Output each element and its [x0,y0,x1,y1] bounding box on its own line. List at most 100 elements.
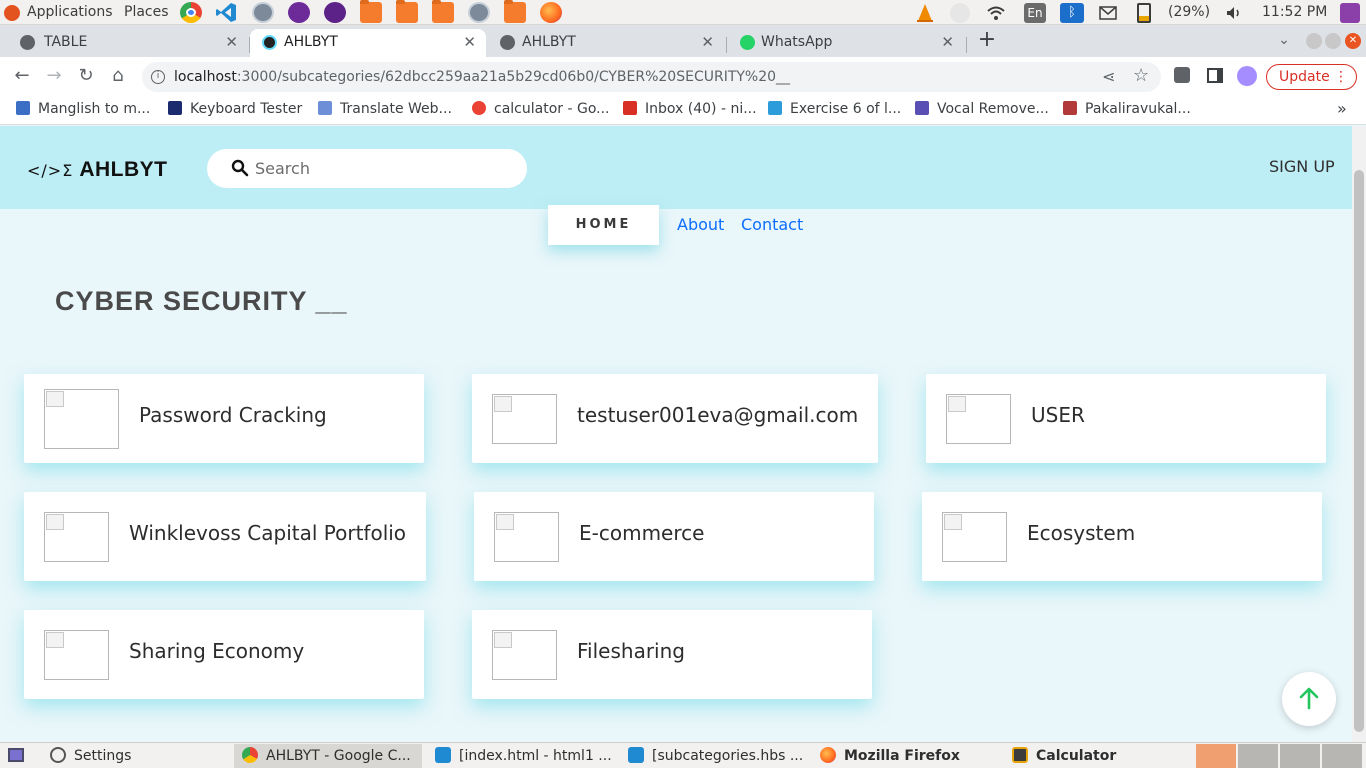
subcategory-card[interactable]: testuser001eva@gmail.com [472,374,878,463]
new-tab-button[interactable]: + [974,27,1000,53]
close-icon[interactable]: ✕ [941,29,954,55]
workspace-switcher-2[interactable] [1238,744,1278,768]
subcategory-card[interactable]: E-commerce [474,492,874,581]
mail-icon[interactable] [1098,3,1118,23]
tab-ahlbyt[interactable]: AHLBYT ✕ [488,29,724,57]
firefox-launcher-icon[interactable] [540,2,562,23]
address-bar[interactable]: i localhost:3000/subcategories/62dbcc259… [142,62,1161,92]
site-logo[interactable]: </>Σ AHLBYT [27,157,167,182]
chrome-launcher-icon[interactable] [180,2,202,23]
tab-title: TABLE [44,34,88,50]
back-arrow-icon[interactable]: ← [9,63,35,89]
ubuntu-logo-icon[interactable] [4,5,20,21]
scroll-to-top-button[interactable] [1282,672,1336,726]
session-menu-icon[interactable] [1340,3,1360,23]
bookmark-item[interactable]: Inbox (40) - ni... [623,95,757,125]
exercise-favicon-icon [768,101,782,115]
sign-up-link[interactable]: SIGN UP [1269,157,1335,176]
subcategory-card[interactable]: Password Cracking [24,374,424,463]
forward-arrow-icon[interactable]: → [41,63,67,89]
home-icon[interactable]: ⌂ [105,63,131,89]
bookmark-item[interactable]: Translate Web... [318,95,452,125]
site-info-icon[interactable]: i [151,70,165,84]
side-panel-icon[interactable] [1207,68,1223,83]
reload-icon[interactable]: ↻ [73,63,99,89]
taskbar-item-calculator[interactable]: Calculator [1004,744,1190,768]
bookmark-label: Inbox (40) - ni... [645,101,757,117]
folder-launcher-icon[interactable] [360,0,382,23]
keyboard-layout-indicator[interactable]: En [1024,3,1046,23]
bookmark-label: calculator - Go... [494,101,610,117]
bluetooth-icon[interactable]: ᛒ [1060,3,1084,23]
applications-menu[interactable]: Applications [27,0,113,25]
subcategory-card[interactable]: Sharing Economy [24,610,424,699]
vlc-tray-icon[interactable] [915,3,935,23]
close-icon[interactable]: ✕ [701,29,714,55]
subcategory-label: testuser001eva@gmail.com [577,403,859,427]
tor-launcher-icon[interactable] [288,2,310,23]
scrollbar-thumb[interactable] [1354,170,1364,732]
bookmark-item[interactable]: calculator - Go... [472,95,610,125]
tab-table[interactable]: TABLE ✕ [8,29,248,57]
bookmark-label: Manglish to m... [38,101,151,117]
tab-search-chevron-icon[interactable]: ⌄ [1271,27,1297,53]
bookmark-item[interactable]: Manglish to m... [16,95,150,125]
tor-browser-launcher-icon[interactable] [324,2,346,23]
clock[interactable]: 11:52 PM [1262,0,1327,25]
taskbar-item-settings[interactable]: Settings [42,744,228,768]
taskbar-item-vscode-subcategories[interactable]: [subcategories.hbs ... [620,744,806,768]
show-desktop-icon[interactable] [8,748,24,762]
workspace-switcher-3[interactable] [1280,744,1320,768]
taskbar-item-firefox[interactable]: Mozilla Firefox [812,744,998,768]
bookmark-label: Pakaliravukal... [1085,101,1191,117]
workspace-switcher-4[interactable] [1322,744,1362,768]
bookmark-item[interactable]: Pakaliravukal... [1063,95,1191,125]
taskbar-item-vscode-index[interactable]: [index.html - html1 ... [427,744,613,768]
extensions-puzzle-icon[interactable] [1174,67,1190,83]
search-box[interactable] [207,149,527,188]
subcategory-card[interactable]: Filesharing [472,610,872,699]
more-bookmarks-button[interactable]: » [1337,95,1347,125]
subcategory-card[interactable]: Ecosystem [922,492,1322,581]
menu-kebab-icon: ⋮ [1334,69,1348,85]
bookmark-item[interactable]: Keyboard Tester [168,95,302,125]
folder-launcher-icon[interactable] [396,0,418,23]
tab-ahlbyt-active[interactable]: AHLBYT ✕ [250,29,486,57]
subcategory-card[interactable]: USER [926,374,1326,463]
battery-percent[interactable]: (29%) [1168,0,1210,25]
whatsapp-icon [740,35,755,50]
subcategory-card[interactable]: Winklevoss Capital Portfolio [24,492,426,581]
nav-about-link[interactable]: About [677,215,724,234]
skype-tray-icon[interactable] [950,3,970,23]
broken-image-icon [494,512,559,562]
maximize-window-button[interactable] [1325,33,1341,49]
web-launcher-icon[interactable] [468,2,490,23]
bookmark-item[interactable]: Vocal Remove... [915,95,1049,125]
url-text[interactable]: localhost:3000/subcategories/62dbcc259aa… [174,62,790,92]
nav-home-button[interactable]: HOME [548,205,659,245]
close-window-button[interactable]: ✕ [1345,33,1361,49]
close-icon[interactable]: ✕ [463,29,476,55]
bookmark-star-icon[interactable]: ☆ [1133,65,1149,86]
nav-contact-link[interactable]: Contact [741,215,803,234]
os-top-panel: Applications Places En ᛒ (29%) 11:52 PM [0,0,1366,25]
battery-icon[interactable] [1137,3,1151,23]
web-launcher-icon[interactable] [252,2,274,23]
taskbar-item-chrome[interactable]: AHLBYT - Google C... [234,744,422,768]
workspace-switcher-1[interactable] [1196,744,1236,768]
places-menu[interactable]: Places [124,0,169,25]
tab-whatsapp[interactable]: WhatsApp ✕ [728,29,964,57]
wifi-icon[interactable] [986,3,1006,23]
vscode-icon [435,747,451,763]
folder-launcher-icon[interactable] [432,0,454,23]
search-input[interactable] [255,155,515,182]
share-icon[interactable]: ⋖ [1102,67,1115,86]
minimize-window-button[interactable] [1306,33,1322,49]
bookmark-item[interactable]: Exercise 6 of l... [768,95,901,125]
close-icon[interactable]: ✕ [225,29,238,55]
update-button[interactable]: Update ⋮ [1266,64,1357,90]
folder-launcher-icon[interactable] [504,0,526,23]
volume-icon[interactable] [1224,3,1244,23]
vscode-launcher-icon[interactable] [215,2,237,23]
profile-avatar[interactable] [1237,66,1257,86]
